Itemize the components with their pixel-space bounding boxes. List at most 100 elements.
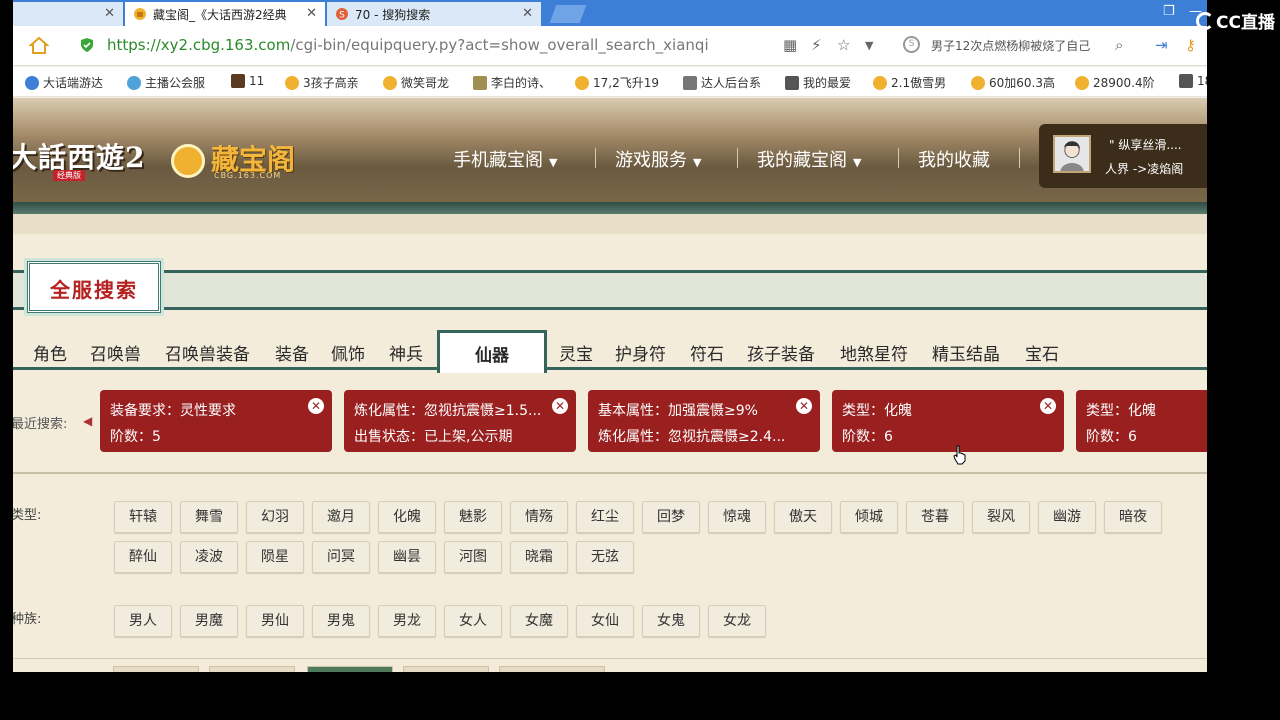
type-option[interactable]: 醉仙 bbox=[114, 541, 172, 573]
recent-search-card[interactable]: 类型：化魄 阶数：6 ✕ bbox=[832, 390, 1064, 452]
type-option[interactable]: 舞雪 bbox=[180, 501, 238, 533]
browser-tab-2[interactable]: S 70 - 搜狗搜索 ✕ bbox=[327, 2, 541, 26]
race-option[interactable]: 女仙 bbox=[576, 605, 634, 637]
tab-accessory[interactable]: 佩饰 bbox=[331, 340, 365, 365]
browser-tab-active[interactable]: 藏宝阁_《大话西游2经典 ✕ bbox=[125, 2, 325, 26]
type-option[interactable]: 河图 bbox=[444, 541, 502, 573]
type-option[interactable]: 苍暮 bbox=[906, 501, 964, 533]
race-option[interactable]: 女人 bbox=[444, 605, 502, 637]
qr-code-icon[interactable]: ▦ bbox=[783, 36, 797, 54]
bookmark-item[interactable]: 11 bbox=[231, 74, 264, 88]
race-option[interactable]: 男鬼 bbox=[312, 605, 370, 637]
bookmark-item[interactable]: 28900.4阶 bbox=[1075, 74, 1155, 91]
bookmark-item[interactable]: 李白的诗、 bbox=[473, 74, 551, 91]
race-option[interactable]: 女魔 bbox=[510, 605, 568, 637]
type-option[interactable]: 无弦 bbox=[576, 541, 634, 573]
type-option[interactable]: 问冥 bbox=[312, 541, 370, 573]
nav-my-cbg[interactable]: 我的藏宝阁 ▼ bbox=[757, 146, 861, 172]
partial-option[interactable] bbox=[113, 666, 199, 672]
type-option[interactable]: 化魄 bbox=[378, 501, 436, 533]
type-option[interactable]: 惊魂 bbox=[708, 501, 766, 533]
race-option[interactable]: 男魔 bbox=[180, 605, 238, 637]
race-option[interactable]: 女鬼 bbox=[642, 605, 700, 637]
key-icon[interactable]: ⚷ bbox=[1185, 36, 1196, 54]
bookmark-item[interactable]: 2.1傲雪男 bbox=[873, 74, 946, 91]
tab-equip[interactable]: 装备 bbox=[275, 340, 309, 365]
user-box[interactable]: " 纵享丝滑.... 人界 ->凌焰阁 bbox=[1039, 124, 1207, 188]
close-icon[interactable]: ✕ bbox=[552, 398, 568, 414]
recent-search-card[interactable]: 装备要求：灵性要求 阶数：5 ✕ bbox=[100, 390, 332, 452]
partial-option[interactable] bbox=[209, 666, 295, 672]
recent-search-card[interactable]: 基本属性：加强震慑≥9% 炼化属性：忽视抗震慑≥2.4... ✕ bbox=[588, 390, 820, 452]
close-icon[interactable]: ✕ bbox=[522, 6, 533, 21]
race-option[interactable]: 男人 bbox=[114, 605, 172, 637]
bookmark-item[interactable]: 主播公会服 bbox=[127, 74, 205, 91]
avatar[interactable] bbox=[1053, 135, 1091, 173]
type-option[interactable]: 凌波 bbox=[180, 541, 238, 573]
tab-rune[interactable]: 符石 bbox=[690, 340, 724, 365]
bookmark-item[interactable]: 达人后台系 bbox=[683, 74, 761, 91]
tab-divine-weapon[interactable]: 神兵 bbox=[389, 340, 423, 365]
type-option[interactable]: 幻羽 bbox=[246, 501, 304, 533]
tab-gem[interactable]: 宝石 bbox=[1025, 340, 1059, 365]
type-option[interactable]: 情殇 bbox=[510, 501, 568, 533]
tab-star-rune[interactable]: 地煞星符 bbox=[840, 340, 908, 365]
type-option[interactable]: 邀月 bbox=[312, 501, 370, 533]
bookmark-item[interactable]: 3孩子高亲 bbox=[285, 74, 359, 91]
partial-option[interactable] bbox=[403, 666, 489, 672]
bookmark-item[interactable]: 我的最爱 bbox=[785, 74, 851, 91]
partial-option[interactable] bbox=[499, 666, 605, 672]
tab-immortal-artifact[interactable]: 仙器 bbox=[437, 330, 547, 373]
close-icon[interactable]: ✕ bbox=[306, 6, 317, 21]
tab-jade-crystal[interactable]: 精玉结晶 bbox=[932, 340, 1000, 365]
race-option[interactable]: 男仙 bbox=[246, 605, 304, 637]
bookmark-item[interactable]: 大话端游达 bbox=[25, 74, 103, 91]
bookmark-item[interactable]: 17,2飞升19 bbox=[575, 74, 659, 91]
arrow-left-icon[interactable]: ◀ bbox=[83, 414, 92, 428]
tab-summon[interactable]: 召唤兽 bbox=[90, 340, 141, 365]
bookmark-item[interactable]: 60加60.3高 bbox=[971, 74, 1055, 91]
nav-my-favorites[interactable]: 我的收藏 bbox=[918, 146, 990, 172]
restore-icon[interactable]: ❐ bbox=[1163, 4, 1175, 19]
tab-child-equip[interactable]: 孩子装备 bbox=[747, 340, 815, 365]
type-option[interactable]: 魅影 bbox=[444, 501, 502, 533]
type-option[interactable]: 回梦 bbox=[642, 501, 700, 533]
recent-search-card[interactable]: 炼化属性：忽视抗震慑≥1.5... 出售状态：已上架,公示期 ✕ bbox=[344, 390, 576, 452]
new-tab-button[interactable] bbox=[549, 5, 587, 23]
browser-tab-0[interactable]: ✕ bbox=[13, 2, 123, 26]
nav-mobile-cbg[interactable]: 手机藏宝阁 ▼ bbox=[453, 146, 557, 172]
type-option[interactable]: 幽游 bbox=[1038, 501, 1096, 533]
tab-amulet[interactable]: 护身符 bbox=[615, 340, 666, 365]
type-option[interactable]: 红尘 bbox=[576, 501, 634, 533]
partial-option[interactable] bbox=[307, 666, 393, 672]
type-option[interactable]: 傲天 bbox=[774, 501, 832, 533]
type-option[interactable]: 暗夜 bbox=[1104, 501, 1162, 533]
bookmark-item[interactable]: 18 bbox=[1179, 74, 1207, 88]
tab-role[interactable]: 角色 bbox=[33, 340, 67, 365]
url-input[interactable]: https://xy2.cbg.163.com/cgi-bin/equipque… bbox=[107, 36, 709, 54]
type-option[interactable]: 陨星 bbox=[246, 541, 304, 573]
close-icon[interactable]: ✕ bbox=[104, 6, 115, 21]
star-icon[interactable]: ☆ bbox=[837, 36, 850, 54]
home-icon[interactable] bbox=[29, 35, 49, 55]
type-option[interactable]: 倾城 bbox=[840, 501, 898, 533]
type-option[interactable]: 裂风 bbox=[972, 501, 1030, 533]
close-icon[interactable]: ✕ bbox=[796, 398, 812, 414]
race-option[interactable]: 女龙 bbox=[708, 605, 766, 637]
close-icon[interactable]: ✕ bbox=[1040, 398, 1056, 414]
type-option[interactable]: 晓霜 bbox=[510, 541, 568, 573]
recent-search-card[interactable]: 类型：化魄 阶数：6 bbox=[1076, 390, 1207, 452]
type-option[interactable]: 轩辕 bbox=[114, 501, 172, 533]
type-option[interactable]: 幽昙 bbox=[378, 541, 436, 573]
search-icon[interactable]: ⌕ bbox=[1115, 36, 1123, 54]
search-input[interactable]: 男子12次点燃杨柳被烧了自己 bbox=[931, 37, 1117, 54]
tab-summon-equip[interactable]: 召唤兽装备 bbox=[165, 340, 250, 365]
login-icon[interactable]: ⇥ bbox=[1155, 36, 1168, 54]
close-icon[interactable]: ✕ bbox=[308, 398, 324, 414]
chevron-down-icon[interactable]: ▼ bbox=[865, 39, 873, 52]
race-option[interactable]: 男龙 bbox=[378, 605, 436, 637]
tab-lingbao[interactable]: 灵宝 bbox=[559, 340, 593, 365]
lightning-icon[interactable]: ⚡ bbox=[811, 36, 822, 54]
bookmark-item[interactable]: 微笑哥龙 bbox=[383, 74, 449, 91]
nav-game-service[interactable]: 游戏服务 ▼ bbox=[615, 146, 701, 172]
